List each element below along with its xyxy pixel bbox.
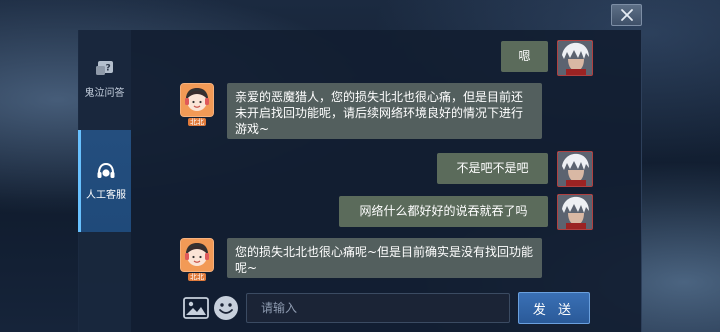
message-text: 您的损失北北也很心痛呢~但是目前确实是没有找回功能呢~ xyxy=(235,245,534,275)
message-input[interactable] xyxy=(246,293,510,323)
agent-name-tag: 北北 xyxy=(188,118,206,126)
customer-service-headset-icon xyxy=(97,162,115,178)
sidebar-item-label: 鬼泣问答 xyxy=(84,88,125,99)
image-icon xyxy=(183,297,209,319)
sidebar: ? 鬼泣问答 人工客服 xyxy=(78,30,131,332)
emoji-icon xyxy=(214,296,238,320)
agent-avatar-icon xyxy=(181,84,213,116)
agent-message-bubble: 您的损失北北也很心痛呢~但是目前确实是没有找回功能呢~ xyxy=(227,238,542,278)
chat-input-bar: 发 送 xyxy=(131,290,642,332)
window-top-text xyxy=(330,10,450,30)
user-avatar[interactable] xyxy=(557,151,593,187)
send-button[interactable]: 发 送 xyxy=(518,292,590,324)
svg-text:?: ? xyxy=(105,64,110,74)
agent-avatar[interactable] xyxy=(180,83,214,117)
sidebar-item-label: 人工客服 xyxy=(86,189,126,201)
message-text: 不是吧不是吧 xyxy=(456,161,529,175)
sidebar-item-customer-service[interactable]: 人工客服 xyxy=(78,130,131,232)
image-button[interactable] xyxy=(183,297,209,319)
message-text: 网络什么都好好的说吞就吞了吗 xyxy=(359,204,528,218)
sidebar-item-help[interactable]: ? 鬼泣问答 xyxy=(78,58,131,118)
user-avatar[interactable] xyxy=(557,194,593,230)
agent-avatar-icon xyxy=(181,239,213,271)
user-message-bubble: 网络什么都好好的说吞就吞了吗 xyxy=(339,196,548,227)
help-question-icon: ? xyxy=(95,61,113,75)
message-text: 亲爱的恶魔猎人，您的损失北北也很心痛，但是目前还未开启找回功能呢，请后续网络环境… xyxy=(235,90,524,136)
user-avatar-icon xyxy=(558,195,592,229)
close-button[interactable] xyxy=(611,4,642,26)
agent-avatar[interactable] xyxy=(180,238,214,272)
agent-message-bubble: 亲爱的恶魔猎人，您的损失北北也很心痛，但是目前还未开启找回功能呢，请后续网络环境… xyxy=(227,83,542,139)
chat-message-list: 嗯 北北 亲爱的恶魔猎人，您的损失北北也很心痛，但是目前还未开启找回功能呢，请后… xyxy=(131,30,642,290)
close-icon xyxy=(620,9,633,21)
user-avatar-icon xyxy=(558,152,592,186)
user-message-bubble: 不是吧不是吧 xyxy=(437,153,548,184)
user-avatar-icon xyxy=(558,41,592,75)
emoji-button[interactable] xyxy=(213,295,239,321)
agent-name-tag: 北北 xyxy=(188,273,206,281)
message-text: 嗯 xyxy=(518,49,531,63)
user-avatar[interactable] xyxy=(557,40,593,76)
user-message-bubble: 嗯 xyxy=(501,41,548,72)
